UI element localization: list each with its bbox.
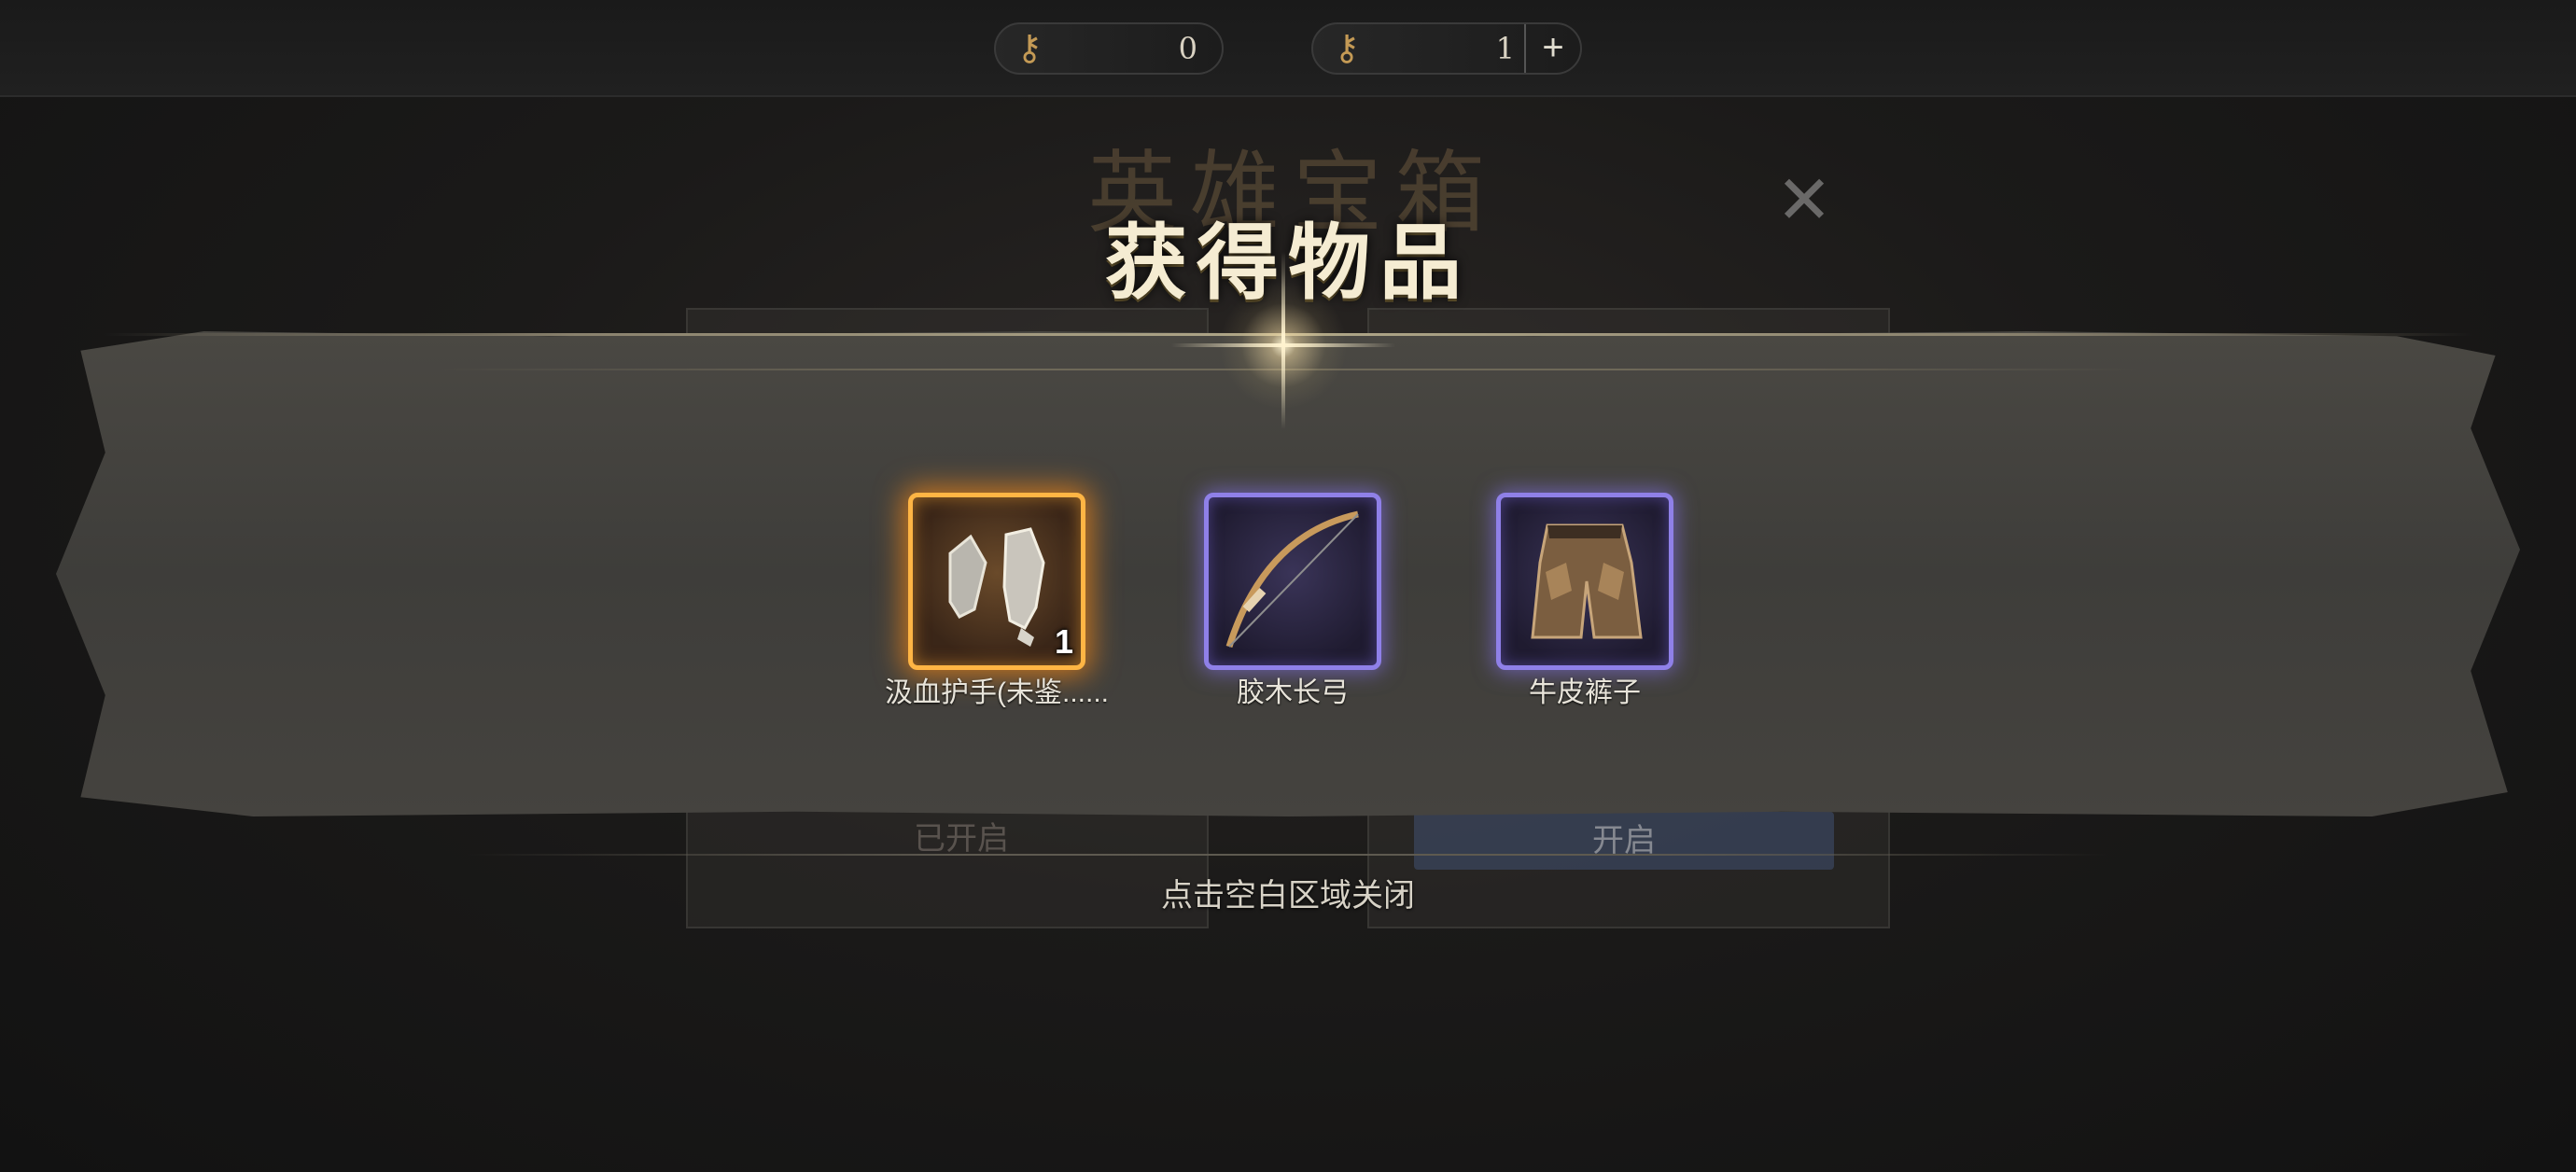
- key-count: 0: [1178, 31, 1197, 66]
- screen[interactable]: ⚷ 0 ⚷ 1 + 英雄宝箱 ✕ ×5 已开启 开启 获得物品 1 汲血护手(未…: [0, 0, 2576, 1172]
- key-resource-counter: ⚷ 0: [994, 22, 1224, 75]
- modal-title: 获得物品: [1104, 214, 1471, 311]
- ornate-key-icon: ⚷: [1334, 29, 1360, 68]
- banner-divider-bottom: [467, 854, 2109, 856]
- longbow-icon: [1225, 510, 1359, 649]
- item-quantity: 1: [1054, 622, 1073, 661]
- background-open-button: 开启: [1414, 812, 1834, 870]
- leather-pants-icon: [1531, 523, 1643, 639]
- top-resource-bar: ⚷ 0 ⚷ 1 +: [0, 0, 2576, 97]
- gold-key-count: 1: [1495, 31, 1515, 66]
- close-icon[interactable]: ✕: [1771, 167, 1837, 234]
- close-hint: 点击空白区域关闭: [1161, 878, 1415, 914]
- reward-item-longbow[interactable]: [1204, 493, 1381, 670]
- reward-item-name: 汲血护手(未鉴......: [885, 677, 1109, 708]
- reward-item-name: 牛皮裤子: [1529, 677, 1641, 708]
- add-key-button[interactable]: +: [1524, 24, 1580, 73]
- key-icon: ⚷: [1016, 29, 1043, 68]
- gold-key-resource-counter: ⚷ 1 +: [1311, 22, 1582, 75]
- reward-item-name: 胶木长弓: [1237, 677, 1349, 708]
- reward-item-gauntlets[interactable]: 1: [908, 493, 1085, 670]
- reward-item-leather-pants[interactable]: [1496, 493, 1673, 670]
